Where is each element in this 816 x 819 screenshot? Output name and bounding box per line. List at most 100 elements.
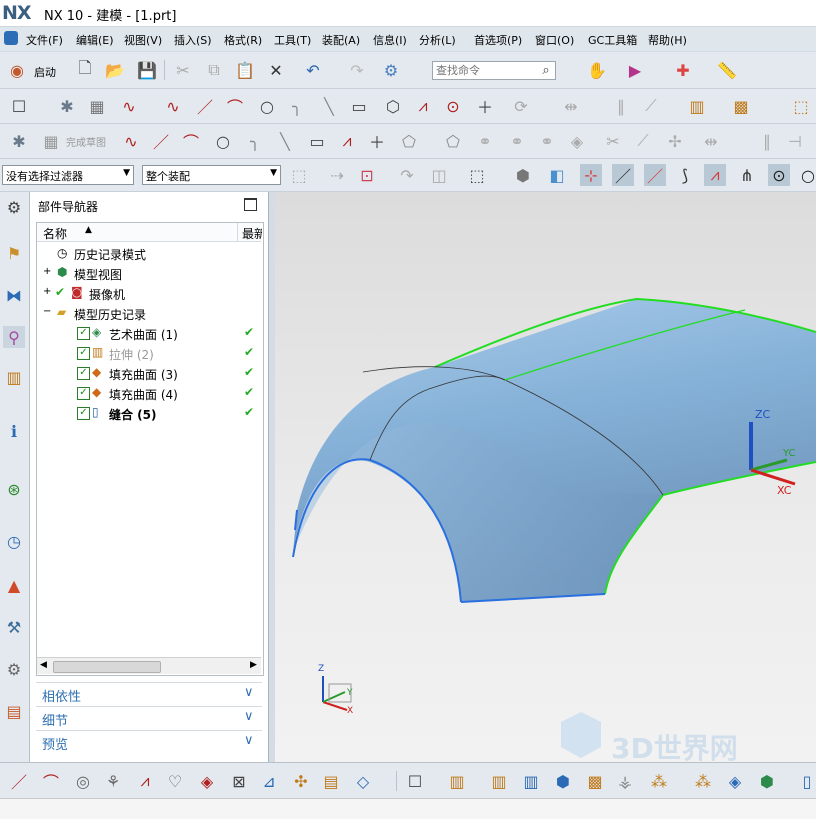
chevron-down-icon[interactable]: ∨ bbox=[244, 685, 254, 700]
polygon-icon[interactable]: ⬡ bbox=[382, 95, 404, 117]
sketch-task-icon[interactable]: ✱ bbox=[56, 95, 78, 117]
menu-file[interactable]: 文件(F) bbox=[26, 32, 63, 48]
derived-lines-icon[interactable]: ◈ bbox=[566, 130, 588, 152]
dimension-icon[interactable]: ⇹ bbox=[700, 130, 722, 152]
expand-plus-icon[interactable]: + bbox=[43, 266, 51, 277]
panel-preview[interactable]: 预览 ∨ bbox=[36, 730, 262, 753]
hd3d-tools-icon[interactable]: ℹ bbox=[3, 420, 25, 442]
menu-insert[interactable]: 插入(S) bbox=[174, 32, 212, 48]
project-curve-icon[interactable]: ⊿ bbox=[258, 770, 280, 792]
sweep-icon[interactable]: ▥ bbox=[520, 770, 542, 792]
offset-curve-bottom-icon[interactable]: ◈ bbox=[196, 770, 218, 792]
menu-preferences[interactable]: 首选项(P) bbox=[474, 32, 522, 48]
sketch-point-icon[interactable]: ＋ bbox=[366, 130, 388, 152]
subtract-icon[interactable]: ▩ bbox=[584, 770, 606, 792]
feature-checkbox[interactable]: ✓ bbox=[77, 367, 90, 380]
chevron-down-icon[interactable]: ∨ bbox=[244, 733, 254, 748]
new-file-icon[interactable]: 🗋 bbox=[74, 58, 96, 81]
profile-curve-icon[interactable]: ∿ bbox=[120, 130, 142, 152]
tree-item-feature[interactable]: ✓ ◆ 填充曲面 (3) ✔ bbox=[37, 363, 261, 383]
constraint-icon[interactable]: ∥ bbox=[756, 130, 778, 152]
feature-icon[interactable]: ⬚ bbox=[790, 95, 812, 117]
arc-icon[interactable]: ⌒ bbox=[224, 95, 246, 117]
start-icon[interactable]: ◉ bbox=[6, 59, 28, 81]
search-icon[interactable]: ⌕ bbox=[535, 59, 557, 81]
tree-item-feature[interactable]: ✓ ◆ 填充曲面 (4) ✔ bbox=[37, 383, 261, 403]
select-face-icon[interactable]: ◫ bbox=[428, 164, 450, 186]
menu-gc-toolbox[interactable]: GC工具箱 bbox=[588, 32, 637, 48]
quick-extend-icon[interactable]: ⟋ bbox=[632, 130, 654, 152]
save-icon[interactable]: 💾 bbox=[136, 59, 158, 81]
sketch-star-icon[interactable]: ✱ bbox=[8, 130, 30, 152]
studio-curve-icon[interactable]: ⩘ bbox=[412, 95, 434, 117]
tree-item-history-mode[interactable]: ◷ 历史记录模式 bbox=[37, 243, 261, 263]
undo-icon[interactable]: ↶ bbox=[302, 59, 324, 81]
spline-icon[interactable]: ⩘ bbox=[134, 770, 156, 792]
rapid-dimension-icon[interactable]: ⇹ bbox=[560, 95, 582, 117]
snap-endpoint-icon[interactable]: ⊹ bbox=[580, 164, 602, 186]
cut-icon[interactable]: ✂ bbox=[172, 59, 194, 81]
block-icon[interactable]: ▩ bbox=[730, 95, 752, 117]
tree-item-cameras[interactable]: + ✔ ◙ 摄像机 bbox=[37, 283, 261, 303]
pattern-icon[interactable]: ⬠ bbox=[442, 130, 464, 152]
unite-icon[interactable]: ⬢ bbox=[552, 770, 574, 792]
mirror-icon[interactable]: ⚭ bbox=[474, 130, 496, 152]
command-finder-icon[interactable]: ⚙ bbox=[380, 59, 402, 81]
wcs-icon[interactable]: ✚ bbox=[672, 59, 694, 81]
snap-view-icon[interactable]: ▶ bbox=[624, 59, 646, 81]
intersection-icon[interactable]: ⚭ bbox=[506, 130, 528, 152]
isoparametric-curve-icon[interactable]: ▤ bbox=[320, 770, 342, 792]
sketch-chamfer-icon[interactable]: ╲ bbox=[274, 130, 296, 152]
scroll-thumb[interactable] bbox=[53, 661, 161, 673]
finish-sketch-label[interactable]: 完成草图 bbox=[66, 134, 106, 149]
extrude-toolbar-icon[interactable]: ▥ bbox=[686, 95, 708, 117]
horizontal-scrollbar[interactable]: ◀ ▶ bbox=[37, 657, 261, 674]
line-curve-icon[interactable]: ／ bbox=[8, 770, 30, 792]
scroll-right-icon[interactable]: ▶ bbox=[250, 660, 257, 670]
snap-midpoint-icon[interactable]: ／ bbox=[644, 164, 666, 186]
select-feature-icon[interactable]: ⊡ bbox=[356, 164, 378, 186]
assembly-navigator-icon[interactable]: ⚑ bbox=[3, 242, 25, 264]
select-all-icon[interactable]: ⬚ bbox=[288, 164, 310, 186]
process-studio-icon[interactable]: ⚒ bbox=[3, 616, 25, 638]
history-icon[interactable]: ◷ bbox=[3, 530, 25, 552]
system-materials-icon[interactable]: ▲ bbox=[3, 574, 25, 596]
start-label[interactable]: 启动 bbox=[34, 64, 56, 80]
sketch-spline-icon[interactable]: ⩘ bbox=[336, 130, 358, 152]
snap-control-point-icon[interactable]: ⩘ bbox=[704, 164, 726, 186]
extrude-bottom-icon[interactable]: ▥ bbox=[446, 770, 468, 792]
ellipse-icon[interactable]: ⊙ bbox=[442, 95, 464, 117]
snap-line-icon[interactable]: ／ bbox=[612, 164, 634, 186]
finish-sketch-icon[interactable]: ▦ bbox=[40, 130, 62, 152]
shaded-view-icon[interactable]: ⬢ bbox=[512, 164, 534, 186]
arc-curve-icon[interactable]: ⌒ bbox=[40, 770, 62, 792]
roles-icon[interactable]: ▤ bbox=[3, 700, 25, 722]
more-icon[interactable]: ▯ bbox=[796, 770, 816, 792]
menu-help[interactable]: 帮助(H) bbox=[648, 32, 687, 48]
collapse-minus-icon[interactable]: − bbox=[43, 306, 51, 317]
column-name[interactable]: 名称 bbox=[43, 225, 67, 242]
show-constraints-icon[interactable]: ⊣ bbox=[784, 130, 806, 152]
select-body-icon[interactable]: ↷ bbox=[396, 164, 418, 186]
column-latest[interactable]: 最新 bbox=[242, 225, 262, 242]
constraint-navigator-icon[interactable]: ⧓ bbox=[3, 284, 25, 306]
datum-plane-icon[interactable]: ☐ bbox=[404, 770, 426, 792]
bridge-curve-icon[interactable]: ⊠ bbox=[228, 770, 250, 792]
offset-curve-icon[interactable]: ⟳ bbox=[510, 95, 532, 117]
feature-checkbox[interactable]: ✓ bbox=[77, 327, 90, 340]
assembly-scope-select[interactable]: 整个装配 ▼ bbox=[142, 165, 281, 185]
tree-item-model-history[interactable]: − ▰ 模型历史记录 bbox=[37, 303, 261, 323]
rectangle-select-icon[interactable]: ⬚ bbox=[466, 164, 488, 186]
trim-icon[interactable]: ⟋ bbox=[640, 95, 662, 117]
panel-details[interactable]: 细节 ∨ bbox=[36, 706, 262, 729]
manufacturing-wizard-icon[interactable]: ⚙ bbox=[3, 658, 25, 680]
pattern-face-icon[interactable]: ⁂ bbox=[692, 770, 714, 792]
studio-spline-icon[interactable]: ∿ bbox=[162, 95, 184, 117]
menu-info[interactable]: 信息(I) bbox=[373, 32, 407, 48]
sketch-line-icon[interactable]: ／ bbox=[150, 130, 172, 152]
chevron-down-icon[interactable]: ∨ bbox=[244, 709, 254, 724]
geometric-constraint-icon[interactable]: ∥ bbox=[610, 95, 632, 117]
sketch-arc-icon[interactable]: ⌒ bbox=[180, 130, 202, 152]
fillet-icon[interactable]: ╮ bbox=[286, 95, 308, 117]
scroll-left-icon[interactable]: ◀ bbox=[40, 660, 47, 670]
